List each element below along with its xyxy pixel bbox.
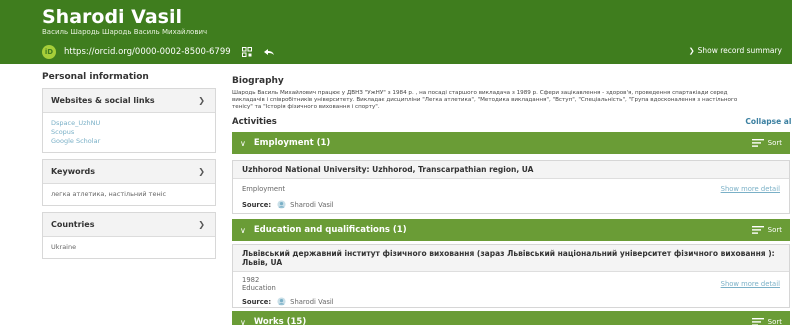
- keywords-panel-header[interactable]: Keywords ❯: [43, 160, 215, 184]
- countries-panel-header[interactable]: Countries ❯: [43, 213, 215, 237]
- websites-panel: Websites & social links ❯ Dspace_UzhNU S…: [42, 88, 216, 153]
- keywords-text: легка атлетика, настільний теніс: [51, 190, 167, 198]
- sort-icon: [751, 139, 764, 147]
- source-user-icon: [277, 297, 286, 306]
- source-name: Sharodi Vasil: [290, 200, 334, 209]
- employment-section-header[interactable]: ∨ Employment (1) Sort: [232, 132, 790, 154]
- keywords-title: Keywords: [51, 167, 96, 176]
- chevron-down-icon: ∨: [240, 317, 246, 325]
- personal-info-title: Personal information: [42, 72, 149, 82]
- collapse-all-link[interactable]: Collapse all: [745, 117, 792, 127]
- source-user-icon: [277, 200, 286, 209]
- chevron-right-icon: ❯: [198, 167, 205, 176]
- show-record-summary-link[interactable]: ❯ Show record summary: [689, 46, 782, 55]
- employment-card: Uzhhorod National University: Uzhhorod, …: [232, 160, 790, 214]
- education-source: Source: Sharodi Vasil: [242, 297, 781, 306]
- employment-type: Employment: [242, 185, 286, 193]
- qr-code-icon[interactable]: [241, 46, 253, 58]
- employment-org: Uzhhorod National University: Uzhhorod, …: [233, 161, 789, 179]
- education-type: Education: [242, 284, 276, 292]
- keywords-panel: Keywords ❯ легка атлетика, настільний те…: [42, 159, 216, 206]
- sort-label: Sort: [767, 139, 782, 147]
- chevron-right-icon: ❯: [198, 220, 205, 229]
- education-year: 1982: [242, 276, 260, 284]
- works-title: Works (15): [253, 317, 307, 325]
- education-card-body: Show more detail 1982 Education Source: …: [233, 272, 789, 308]
- employment-title: Employment (1): [253, 138, 331, 148]
- biography-text: Шародь Василь Михайлович працює у ДВНЗ "…: [232, 90, 738, 110]
- source-label: Source:: [242, 200, 272, 209]
- profile-name: Sharodi Vasil: [42, 6, 183, 28]
- chevron-down-icon: ∨: [240, 138, 246, 148]
- source-name: Sharodi Vasil: [290, 297, 334, 306]
- employment-card-body: Show more detail Employment Source: Shar…: [233, 179, 789, 215]
- keywords-body: легка атлетика, настільний теніс: [43, 184, 215, 205]
- education-org: Львівський державний інститут фізичного …: [233, 245, 789, 272]
- orcid-id-row: iD https://orcid.org/0000-0002-8500-6799: [42, 45, 275, 59]
- link-google-scholar[interactable]: Google Scholar: [51, 137, 207, 146]
- sort-button[interactable]: Sort: [751, 226, 782, 234]
- education-card: Львівський державний інститут фізичного …: [232, 244, 790, 308]
- sort-label: Sort: [767, 226, 782, 234]
- also-known-as: Василь Шародь Шародь Василь Михайлович: [42, 28, 208, 36]
- websites-list: Dspace_UzhNU Scopus Google Scholar: [43, 113, 215, 152]
- sort-icon: [751, 226, 764, 234]
- sidebar: Personal information Websites & social l…: [42, 72, 216, 265]
- education-section-header[interactable]: ∨ Education and qualifications (1) Sort: [232, 219, 790, 241]
- education-title: Education and qualifications (1): [253, 225, 407, 235]
- countries-title: Countries: [51, 220, 95, 229]
- show-more-detail-link[interactable]: Show more detail: [721, 280, 780, 288]
- activities-title: Activities: [232, 117, 277, 127]
- countries-body: Ukraine: [43, 237, 215, 258]
- activities-header: Activities Collapse all: [232, 117, 792, 127]
- sort-button[interactable]: Sort: [751, 318, 782, 325]
- biography-title: Biography: [232, 76, 284, 86]
- orcid-id-icon: iD: [42, 45, 56, 59]
- source-label: Source:: [242, 297, 272, 306]
- countries-panel: Countries ❯ Ukraine: [42, 212, 216, 259]
- show-more-detail-link[interactable]: Show more detail: [721, 185, 780, 193]
- sort-label: Sort: [767, 318, 782, 325]
- chevron-right-icon: ❯: [688, 47, 695, 55]
- chevron-right-icon: ❯: [198, 96, 205, 105]
- main-content: Biography Шародь Василь Михайлович працю…: [232, 76, 792, 325]
- share-icon[interactable]: [263, 46, 275, 58]
- show-summary-label: Show record summary: [697, 46, 782, 55]
- chevron-down-icon: ∨: [240, 225, 246, 235]
- websites-title: Websites & social links: [51, 96, 155, 105]
- countries-text: Ukraine: [51, 243, 77, 251]
- link-dspace[interactable]: Dspace_UzhNU: [51, 119, 207, 128]
- profile-header: Sharodi Vasil Василь Шародь Шародь Васил…: [0, 0, 792, 64]
- orcid-url[interactable]: https://orcid.org/0000-0002-8500-6799: [64, 47, 231, 57]
- link-scopus[interactable]: Scopus: [51, 128, 207, 137]
- websites-panel-header[interactable]: Websites & social links ❯: [43, 89, 215, 113]
- sort-icon: [751, 318, 764, 325]
- employment-source: Source: Sharodi Vasil: [242, 200, 781, 209]
- works-section-header[interactable]: ∨ Works (15) Sort: [232, 311, 790, 325]
- sort-button[interactable]: Sort: [751, 139, 782, 147]
